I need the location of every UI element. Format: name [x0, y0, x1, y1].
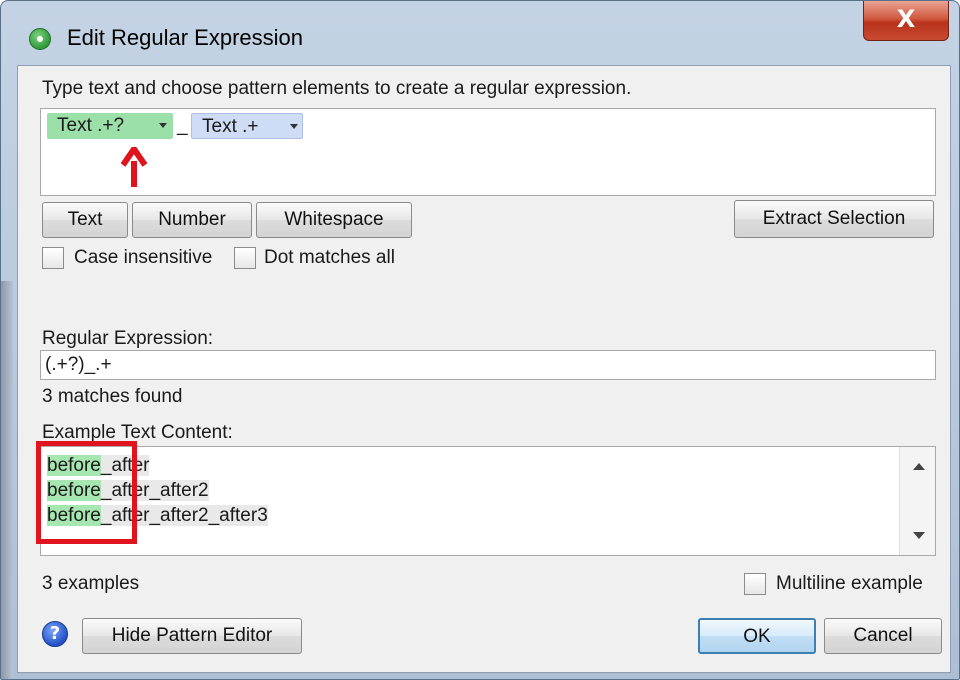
case-insensitive-checkbox[interactable] [42, 247, 64, 269]
example-scrollbar[interactable] [899, 447, 935, 555]
example-textarea[interactable]: before_after before_after_after2 before_… [40, 446, 936, 556]
dialog-body: Type text and choose pattern elements to… [17, 65, 951, 673]
help-icon[interactable]: ? [42, 621, 68, 647]
dot-matches-all-option[interactable]: Dot matches all [234, 246, 424, 272]
red-arrow-annotation-icon [121, 147, 147, 187]
cancel-button[interactable]: Cancel [824, 618, 942, 654]
ok-button[interactable]: OK [698, 618, 816, 654]
whitespace-element-button[interactable]: Whitespace [256, 202, 412, 238]
pattern-editor[interactable]: Text .+? _ Text .+ [40, 108, 936, 196]
window-title: Edit Regular Expression [67, 25, 304, 50]
chip-label: Text .+? [57, 115, 125, 136]
dot-matches-all-label: Dot matches all [264, 247, 395, 268]
multiline-example-checkbox[interactable] [744, 573, 766, 595]
extract-selection-button[interactable]: Extract Selection [734, 200, 934, 238]
regex-input[interactable]: (.+?)_.+ [40, 350, 936, 380]
chip-label: Text .+ [202, 116, 259, 137]
regex-label: Regular Expression: [42, 328, 214, 349]
number-element-button[interactable]: Number [132, 202, 252, 238]
scroll-up-icon[interactable] [913, 463, 925, 470]
hide-pattern-editor-button[interactable]: Hide Pattern Editor [82, 618, 302, 654]
red-box-annotation [36, 441, 137, 544]
instructions-text: Type text and choose pattern elements to… [42, 78, 632, 99]
text-element-button[interactable]: Text [42, 202, 128, 238]
example-count: 3 examples [42, 573, 140, 594]
background-window-edge [1, 281, 13, 679]
pattern-separator: _ [177, 115, 188, 136]
chevron-down-icon[interactable] [290, 124, 298, 129]
pattern-chip-text-greedy[interactable]: Text .+ [191, 113, 303, 139]
case-insensitive-option[interactable]: Case insensitive [42, 246, 232, 272]
title-bar[interactable]: Edit Regular Expression X [1, 1, 959, 63]
app-icon [29, 28, 51, 50]
dialog-window: Edit Regular Expression X Type text and … [0, 0, 960, 680]
close-button[interactable]: X [863, 1, 949, 41]
chevron-down-icon[interactable] [159, 123, 167, 128]
pattern-chip-text-lazy[interactable]: Text .+? [47, 113, 173, 139]
case-insensitive-label: Case insensitive [74, 247, 213, 268]
multiline-example-option[interactable]: Multiline example [744, 572, 944, 598]
scroll-down-icon[interactable] [913, 532, 925, 539]
regex-value: (.+?)_.+ [45, 354, 112, 375]
match-status: 3 matches found [42, 386, 183, 407]
dot-matches-all-checkbox[interactable] [234, 247, 256, 269]
multiline-example-label: Multiline example [776, 573, 923, 594]
